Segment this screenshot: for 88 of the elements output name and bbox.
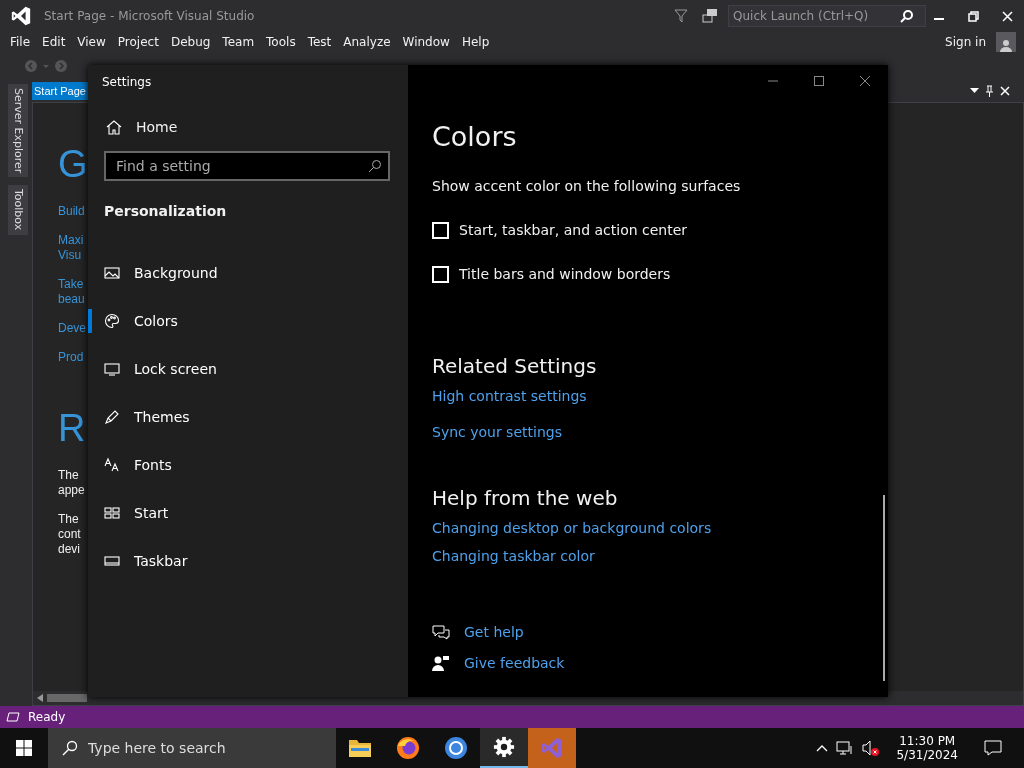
picture-icon (104, 265, 120, 281)
browser-icon (444, 736, 468, 760)
description: Show accent color on the following surfaces (432, 178, 742, 194)
sign-in-link[interactable]: Sign in (945, 35, 986, 49)
paragraph: The cont devi (58, 512, 81, 557)
nav-item[interactable]: Background (88, 249, 408, 297)
search-field[interactable]: Find a setting (104, 151, 390, 181)
palette-icon (104, 313, 120, 329)
checkbox[interactable] (432, 221, 449, 239)
home-icon[interactable] (106, 119, 122, 135)
quick-launch-field[interactable]: Quick Launch (Ctrl+Q) (728, 5, 926, 27)
status-icon (6, 712, 20, 722)
menu-item[interactable]: Project (111, 35, 165, 49)
pin-icon[interactable] (985, 85, 994, 97)
nav-item[interactable]: Start (88, 489, 408, 537)
page-title: Colors (432, 121, 518, 152)
taskbar-app[interactable] (480, 728, 528, 768)
nav-item[interactable]: Lock screen (88, 345, 408, 393)
gear-icon (493, 736, 515, 758)
start-page-link[interactable]: Prod (58, 350, 84, 365)
menu-item[interactable]: Window (396, 35, 456, 49)
tool-window-tab[interactable]: Server Explorer (8, 84, 28, 178)
home-link[interactable]: Home (136, 119, 178, 135)
checkbox[interactable] (432, 265, 449, 283)
notification-icon[interactable] (984, 740, 1002, 756)
network-icon[interactable] (836, 740, 855, 756)
start-page-link[interactable]: Deve (58, 321, 86, 336)
scrollbar-thumb[interactable] (47, 694, 87, 702)
window-title: Start Page - Microsoft Visual Studio (44, 9, 255, 23)
muted-speaker-icon[interactable] (862, 740, 881, 756)
settings-link[interactable]: High contrast settings (432, 388, 864, 404)
fonts-icon (104, 457, 120, 473)
feedback-icon[interactable] (702, 8, 718, 24)
menu-item[interactable]: Help (455, 35, 496, 49)
checkbox-label[interactable]: Start, taskbar, and action center (459, 222, 688, 238)
status-text: Ready (28, 710, 66, 724)
menu-item[interactable]: File (4, 35, 37, 49)
section-heading: R (58, 407, 86, 450)
menu-item[interactable]: Analyze (337, 35, 397, 49)
filter-icon[interactable] (674, 9, 688, 23)
person-icon (432, 654, 450, 671)
monitor-icon (104, 361, 120, 377)
section-heading: Related Settings (432, 354, 598, 378)
maximize-icon[interactable] (814, 76, 824, 86)
brush-icon (104, 409, 120, 425)
window-title: Settings (102, 75, 153, 91)
nav-item[interactable]: Taskbar (88, 537, 408, 585)
menu-item[interactable]: View (71, 35, 112, 49)
account-icon[interactable] (996, 32, 1016, 52)
help-link[interactable]: Changing taskbar color (432, 548, 864, 564)
clock-date[interactable]: 5/31/2024 (896, 748, 958, 762)
paragraph: The appe (58, 468, 85, 498)
firefox-icon (396, 736, 420, 760)
menu-item[interactable]: Edit (36, 35, 72, 49)
scrollbar[interactable] (883, 495, 885, 681)
restore-icon[interactable] (967, 10, 979, 22)
section-heading: Help from the web (432, 486, 619, 510)
help-link[interactable]: Changing desktop or background colors (432, 520, 864, 536)
close-icon[interactable] (859, 75, 871, 87)
chevron-up-icon[interactable] (816, 744, 829, 752)
taskbar-icon (104, 553, 120, 569)
nav-item[interactable]: Themes (88, 393, 408, 441)
help-link[interactable]: Get help (464, 623, 524, 640)
menu-item[interactable]: Test (301, 35, 338, 49)
checkbox-label[interactable]: Title bars and window borders (459, 266, 671, 282)
folder-icon (348, 738, 372, 758)
menu-item[interactable]: Tools (260, 35, 302, 49)
start-icon (104, 505, 120, 521)
taskbar-search-field[interactable]: Type here to search (48, 728, 336, 768)
section-title: Personalization (104, 203, 228, 219)
start-page-link[interactable]: Take beau (58, 277, 85, 307)
dropdown-icon[interactable] (970, 88, 979, 94)
start-page-link[interactable]: Build (58, 204, 85, 219)
page-heading: G (58, 143, 88, 186)
menu-item[interactable]: Debug (164, 35, 217, 49)
tool-window-tab[interactable]: Toolbox (8, 185, 28, 235)
settings-link[interactable]: Sync your settings (432, 424, 864, 440)
search-icon (368, 159, 382, 173)
chat-bubble-icon (432, 623, 450, 640)
document-tab[interactable]: Start Page (32, 82, 88, 100)
clock-time[interactable]: 11:30 PM (899, 734, 956, 748)
nav-item[interactable]: Fonts (88, 441, 408, 489)
menu-item[interactable]: Team (216, 35, 261, 49)
feedback-link[interactable]: Give feedback (464, 654, 565, 671)
nav-item[interactable]: Colors (88, 297, 408, 345)
start-page-link[interactable]: Maxi Visu (58, 233, 84, 263)
search-icon (62, 740, 78, 756)
scroll-left-icon[interactable] (37, 694, 43, 702)
